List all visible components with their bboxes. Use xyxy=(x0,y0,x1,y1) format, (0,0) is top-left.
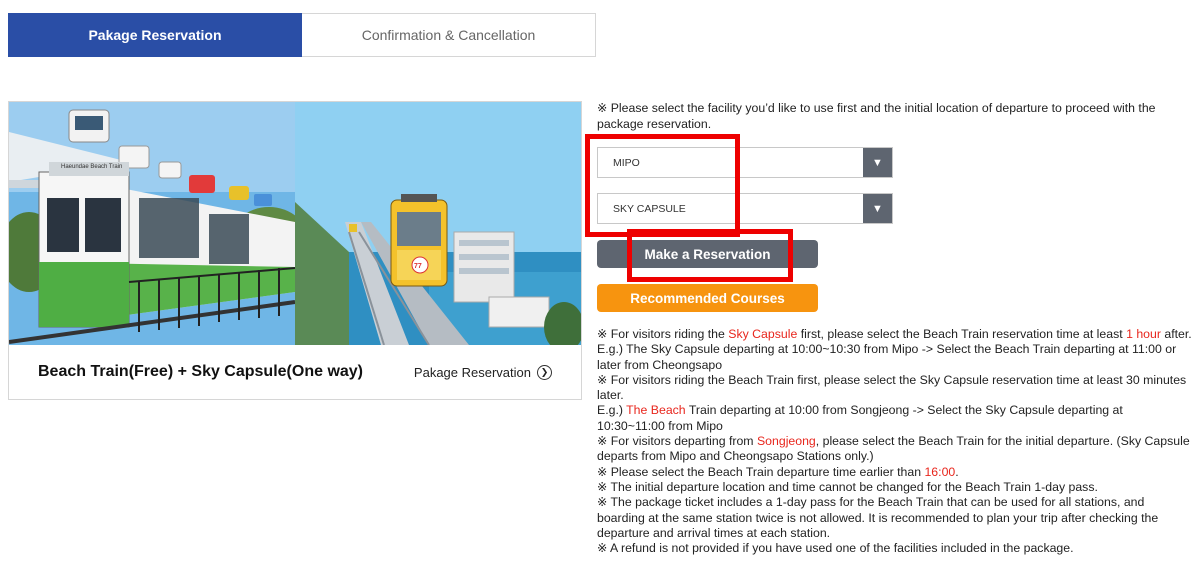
note-1: ※ For visitors riding the Sky Capsule fi… xyxy=(597,327,1192,341)
package-title: Beach Train(Free) + Sky Capsule(One way) xyxy=(38,363,364,380)
note-4: E.g.) The Beach Train departing at 10:00… xyxy=(597,403,1123,433)
svg-text:77: 77 xyxy=(414,263,422,270)
reservation-panel: ※ Please select the facility you’d like … xyxy=(597,101,1192,132)
triangle-down-icon[interactable]: ▼ xyxy=(863,148,892,177)
note-3: ※ For visitors riding the Beach Train fi… xyxy=(597,372,1187,403)
package-reservation-link[interactable]: Pakage Reservation ❯ xyxy=(413,364,552,380)
reservation-tabs: Pakage Reservation Confirmation & Cancel… xyxy=(8,13,596,57)
annotation-box-selects xyxy=(585,134,740,237)
note-2: E.g.) The Sky Capsule departing at 10:00… xyxy=(597,342,1177,372)
note-7: ※ The initial departure location and tim… xyxy=(597,479,1098,494)
tab-confirmation-cancellation[interactable]: Confirmation & Cancellation xyxy=(302,13,596,57)
chevron-right-circle-icon: ❯ xyxy=(537,364,552,380)
note-8: ※ The package ticket includes a 1-day pa… xyxy=(597,495,1159,540)
recommended-courses-button[interactable]: Recommended Courses xyxy=(597,284,818,312)
triangle-down-icon[interactable]: ▼ xyxy=(863,194,892,223)
note-5: ※ For visitors departing from Songjeong,… xyxy=(597,434,1190,464)
note-9: ※ A refund is not provided if you have u… xyxy=(597,541,1074,556)
note-6: ※ Please select the Beach Train departur… xyxy=(597,464,959,479)
package-photo: Haeundae Beach Train 77 xyxy=(9,102,581,345)
package-info-bar: Beach Train(Free) + Sky Capsule(One way)… xyxy=(9,345,581,399)
annotation-box-reserve-button xyxy=(627,229,793,282)
package-card[interactable]: Haeundae Beach Train 77 Beach Train(Free… xyxy=(8,101,582,400)
package-reservation-link-label: Pakage Reservation xyxy=(413,364,531,380)
reservation-notes: ※ For visitors riding the Sky Capsule fi… xyxy=(597,327,1192,556)
intro-text: ※ Please select the facility you’d like … xyxy=(597,101,1156,131)
svg-text:Haeundae Beach Train: Haeundae Beach Train xyxy=(61,164,122,170)
tab-package-reservation[interactable]: Pakage Reservation xyxy=(8,13,302,57)
